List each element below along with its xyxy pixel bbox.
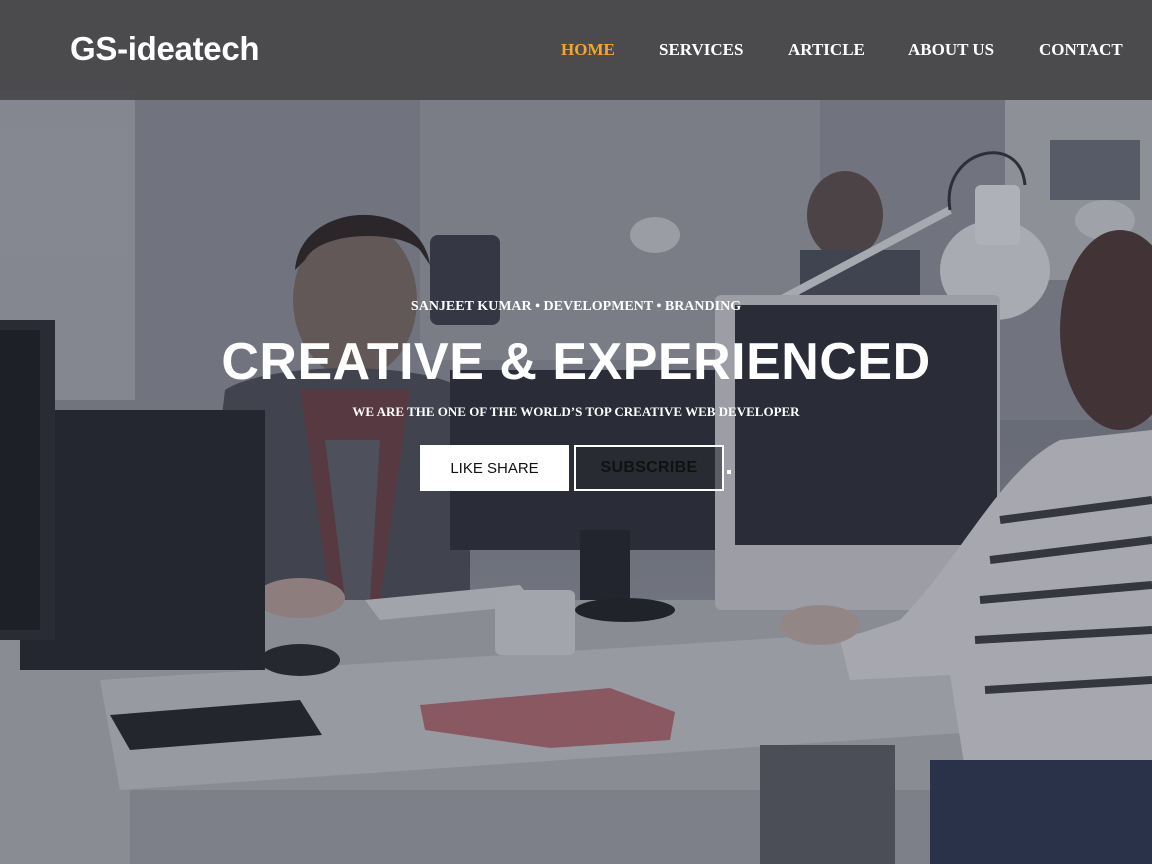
nav-link-services[interactable]: SERVICES: [659, 40, 743, 60]
nav-link-home[interactable]: HOME: [561, 40, 615, 60]
hero-headline: CREATIVE & EXPERIENCED: [221, 333, 931, 391]
nav-link-article[interactable]: ARTICLE: [788, 40, 865, 60]
like-share-button[interactable]: LIKE SHARE: [420, 445, 569, 491]
main-nav: HOME SERVICES ARTICLE ABOUT US CONTACT: [0, 40, 1152, 60]
hero-kicker: SANJEET KUMAR • DEVELOPMENT • BRANDING: [410, 299, 742, 314]
top-navbar: GS-ideatech HOME SERVICES ARTICLE ABOUT …: [0, 0, 1152, 100]
nav-link-contact[interactable]: CONTACT: [1039, 40, 1123, 60]
subscribe-button[interactable]: SUBSCRIBE: [574, 445, 724, 491]
hero-tagline: WE ARE THE ONE OF THE WORLD’S TOP CREATI…: [352, 404, 800, 419]
hero-section: SANJEET KUMAR • DEVELOPMENT • BRANDING C…: [0, 0, 1152, 864]
decorative-dot: [727, 470, 731, 474]
nav-link-about-us[interactable]: ABOUT US: [908, 40, 994, 60]
